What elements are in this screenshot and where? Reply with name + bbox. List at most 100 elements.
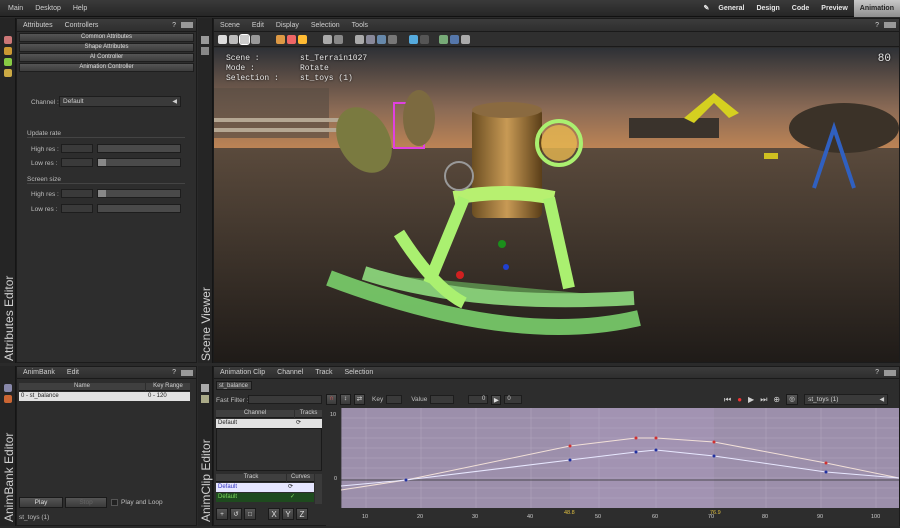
tracks-col-header[interactable]: Tracks [295,410,322,418]
scale-icon[interactable] [251,35,260,44]
palette-icon[interactable] [4,36,12,44]
menu-edit[interactable]: Edit [61,367,85,379]
track-row[interactable]: Default ✓ [216,493,314,502]
grid-icon[interactable] [366,35,375,44]
workspace-code[interactable]: Code [786,0,816,17]
section-ai-controller[interactable]: AI Controller [19,53,194,62]
menu-help[interactable]: Help [67,0,93,17]
axis-y-button[interactable]: Y [282,508,294,520]
skip-back-icon[interactable]: ⏮ [724,395,731,405]
col-range-header[interactable]: Key Range [146,383,190,391]
frame-b-input[interactable]: 0 [504,395,522,404]
target-select[interactable]: st_toys (1) ◀ [804,394,888,405]
frame-a-input[interactable]: 0 [468,395,488,404]
section-animation-controller[interactable]: Animation Controller [19,63,194,72]
add-key-icon[interactable]: + [216,508,228,520]
menu-scene[interactable]: Scene [214,19,246,32]
update-high-res-field[interactable] [61,144,93,153]
stop-button[interactable]: Stop [65,497,107,508]
snap-icon[interactable]: ↕ [340,394,351,405]
scrollbar[interactable] [315,474,322,504]
sphere-icon[interactable] [409,35,418,44]
workspace-general[interactable]: General [712,0,750,17]
pen-icon[interactable] [287,35,296,44]
key-icon[interactable] [201,395,209,403]
layers-icon[interactable] [201,47,209,55]
play-button[interactable]: Play [19,497,63,508]
menu-channel[interactable]: Channel [271,367,309,379]
texture-icon[interactable] [377,35,386,44]
stats-icon[interactable] [461,35,470,44]
gear-icon[interactable] [4,69,12,77]
hierarchy-icon[interactable] [355,35,364,44]
scene-viewport[interactable]: Scene : st_Terrain1027 Mode : Rotate Sel… [214,48,899,362]
target-icon[interactable]: ◎ [786,394,798,405]
menu-selection[interactable]: Selection [338,367,379,379]
tab-attributes[interactable]: Attributes [17,19,59,32]
maximize-icon[interactable] [884,22,896,28]
channel-list[interactable] [216,428,322,471]
help-icon[interactable]: ? [869,367,885,379]
maximize-icon[interactable] [181,22,193,28]
magnet-icon[interactable]: ∩ [326,394,337,405]
ruler-icon[interactable] [298,35,307,44]
menu-animbank[interactable]: AnimBank [17,367,61,379]
help-icon[interactable]: ? [869,19,885,32]
curves-col-header[interactable]: Curves [287,474,314,482]
workspace-design[interactable]: Design [750,0,785,17]
screen-high-res-slider[interactable] [97,189,181,198]
curve-editor[interactable]: 10 0 10 20 30 40 48.8 50 60 70 76.9 80 9… [326,408,899,526]
camera-view-icon[interactable] [323,35,332,44]
update-low-res-field[interactable] [61,158,93,167]
menu-animation-clip[interactable]: Animation Clip [214,367,271,379]
rotate-icon[interactable] [240,35,249,44]
nodes-icon[interactable] [4,47,12,55]
workspace-preview[interactable]: Preview [815,0,853,17]
channel-row[interactable]: Default ⟳ [216,419,322,428]
menu-edit[interactable]: Edit [246,19,270,32]
clip-icon[interactable] [4,384,12,392]
channel-col-header[interactable]: Channel [216,410,294,418]
help-icon[interactable]: ? [166,367,182,379]
update-low-res-slider[interactable] [97,158,181,167]
col-name-header[interactable]: Name [19,383,145,391]
shading-icon[interactable] [439,35,448,44]
maximize-icon[interactable] [884,370,896,376]
sky-icon[interactable] [450,35,459,44]
anim-icon[interactable] [4,395,12,403]
tab-controllers[interactable]: Controllers [59,19,105,32]
track-row[interactable]: Default ⟳ [216,483,314,492]
help-icon[interactable]: ? [166,19,182,32]
track-col-header[interactable]: Track [216,474,286,482]
screen-high-res-field[interactable] [61,189,93,198]
clip-icon[interactable] [201,384,209,392]
wire-icon[interactable] [420,35,429,44]
axis-x-button[interactable]: X [268,508,280,520]
fast-filter-input[interactable] [248,395,322,404]
link-icon[interactable]: ⇄ [354,394,365,405]
menu-tools[interactable]: Tools [346,19,374,32]
tab-st-balance[interactable]: st_balance [216,381,252,390]
brush-icon[interactable] [276,35,285,44]
maximize-icon[interactable] [181,370,193,376]
value-input[interactable] [430,395,454,404]
screen-low-res-field[interactable] [61,204,93,213]
table-row[interactable]: 0 - st_balance 0 - 120 [19,392,190,401]
section-shape-attributes[interactable]: Shape Attributes [19,43,194,52]
menu-desktop[interactable]: Desktop [29,0,67,17]
record-icon[interactable]: ● [737,395,742,404]
move-icon[interactable] [229,35,238,44]
skip-forward-icon[interactable]: ⏭ [760,395,767,405]
frame-icon[interactable]: ▶ [491,395,501,405]
screen-low-res-slider[interactable] [97,204,181,213]
play-loop-checkbox[interactable] [111,499,118,506]
light-icon[interactable] [388,35,397,44]
bone-icon[interactable] [334,35,343,44]
undo-icon[interactable]: ↺ [230,508,242,520]
key-input[interactable] [386,395,402,404]
section-common-attributes[interactable]: Common Attributes [19,33,194,42]
select-icon[interactable] [218,35,227,44]
menu-main[interactable]: Main [2,0,29,17]
play-icon[interactable]: ▶ [748,395,754,404]
script-icon[interactable] [4,58,12,66]
